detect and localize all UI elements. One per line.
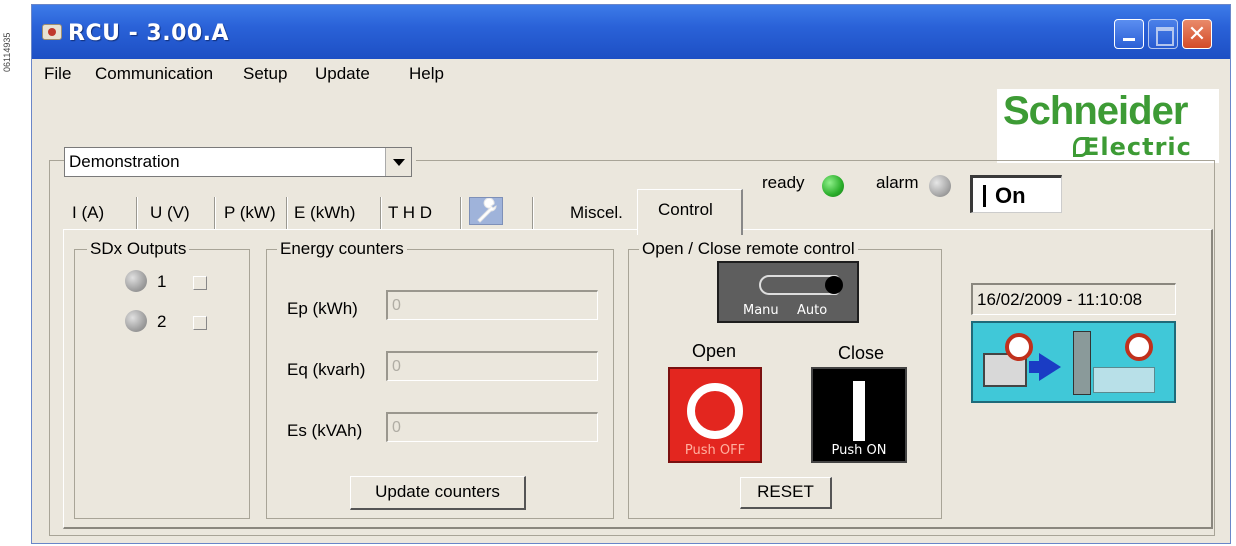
power-bar-icon [983, 185, 986, 207]
power-status-label: On [995, 183, 1026, 208]
es-field: 0 [386, 412, 598, 442]
device-select-value: Demonstration [69, 152, 180, 171]
push-off-label: Push OFF [684, 443, 746, 458]
eq-field: 0 [386, 351, 598, 381]
tab-separator [286, 197, 288, 229]
auto-label: Auto [797, 303, 828, 318]
sdx-1-button[interactable] [193, 276, 207, 290]
menu-bar: File Communication Setup Update Help [32, 61, 1230, 87]
logo-wordmark: Schneider [1003, 89, 1188, 133]
open-label: Open [692, 341, 737, 361]
device-select[interactable]: Demonstration [64, 147, 412, 177]
minimize-button[interactable] [1114, 19, 1144, 49]
sdx-outputs-group: SDx Outputs 1 2 [74, 239, 250, 519]
ep-label: Ep (kWh) [287, 299, 358, 318]
ready-led-icon [822, 175, 844, 197]
ep-field: 0 [386, 290, 598, 320]
tab-voltage[interactable]: U (V) [150, 195, 190, 229]
sdx-1-number: 1 [157, 272, 167, 291]
alarm-led-icon [929, 175, 951, 197]
figure-id: 06114935 [2, 32, 12, 72]
off-ring-icon [687, 383, 743, 439]
wrench-icon [477, 197, 497, 223]
clock-sync-button[interactable] [971, 321, 1176, 403]
es-label: Es (kVAh) [287, 421, 363, 440]
tab-separator [460, 197, 462, 229]
tab-energy[interactable]: E (kWh) [294, 195, 355, 229]
push-on-button[interactable]: Push ON [811, 367, 907, 463]
chevron-down-icon[interactable] [385, 148, 411, 176]
schneider-logo: Schneider Electric [997, 89, 1219, 163]
sdx-2-number: 2 [157, 312, 167, 331]
tab-separator [136, 197, 138, 229]
tab-current[interactable]: I (A) [72, 195, 104, 229]
manu-auto-switch[interactable]: Manu Auto [717, 261, 859, 323]
clock-icon [1125, 333, 1153, 361]
ready-label: ready [762, 173, 805, 192]
tab-separator [532, 197, 534, 229]
menu-communication[interactable]: Communication [95, 64, 213, 84]
clock-icon [1005, 333, 1033, 361]
push-on-label: Push ON [831, 443, 887, 458]
app-icon [42, 24, 62, 40]
tab-separator [214, 197, 216, 229]
menu-setup[interactable]: Setup [243, 64, 287, 84]
tab-power[interactable]: P (kW) [224, 195, 276, 229]
tab-settings[interactable] [469, 197, 503, 225]
sdx-2-led-icon [125, 310, 147, 332]
eq-label: Eq (kvarh) [287, 360, 366, 379]
reset-button[interactable]: RESET [740, 477, 832, 509]
energy-counters-title: Energy counters [277, 239, 407, 259]
power-status[interactable]: On [970, 175, 1062, 213]
tab-miscel[interactable]: Miscel. [570, 195, 623, 229]
datetime-field: 16/02/2009 - 11:10:08 [971, 283, 1176, 315]
menu-update[interactable]: Update [315, 64, 370, 84]
arrow-right-icon [1039, 353, 1061, 381]
alarm-label: alarm [876, 173, 919, 192]
sdx-outputs-title: SDx Outputs [87, 239, 190, 259]
datetime-value: 16/02/2009 - 11:10:08 [977, 290, 1143, 309]
on-bar-icon [853, 381, 865, 441]
remote-control-title: Open / Close remote control [639, 239, 858, 259]
manu-label: Manu [743, 303, 779, 318]
ep-value: 0 [392, 297, 401, 314]
close-label: Close [838, 343, 885, 363]
close-button[interactable]: ✕ [1182, 19, 1212, 49]
update-counters-button[interactable]: Update counters [350, 476, 526, 510]
close-icon: ✕ [1187, 21, 1207, 46]
menu-help[interactable]: Help [409, 64, 444, 84]
window-title: RCU - 3.00.A [68, 21, 230, 46]
switch-knob-icon [825, 276, 843, 294]
logo-subtitle: Electric [1083, 133, 1192, 161]
title-bar[interactable]: RCU - 3.00.A ✕ [32, 5, 1230, 59]
es-value: 0 [392, 419, 401, 436]
tab-control-label: Control [658, 200, 713, 219]
device-module-icon [1093, 367, 1155, 393]
push-off-button[interactable]: Push OFF [668, 367, 762, 463]
maximize-button[interactable] [1148, 19, 1178, 49]
tab-control[interactable]: Control [637, 189, 743, 235]
sdx-1-led-icon [125, 270, 147, 292]
menu-file[interactable]: File [44, 64, 71, 84]
device-icon [1073, 331, 1091, 395]
tab-thd[interactable]: T H D [388, 195, 432, 229]
tab-separator [380, 197, 382, 229]
sdx-2-button[interactable] [193, 316, 207, 330]
eq-value: 0 [392, 358, 401, 375]
app-window: RCU - 3.00.A ✕ File Communication Setup … [31, 4, 1231, 544]
